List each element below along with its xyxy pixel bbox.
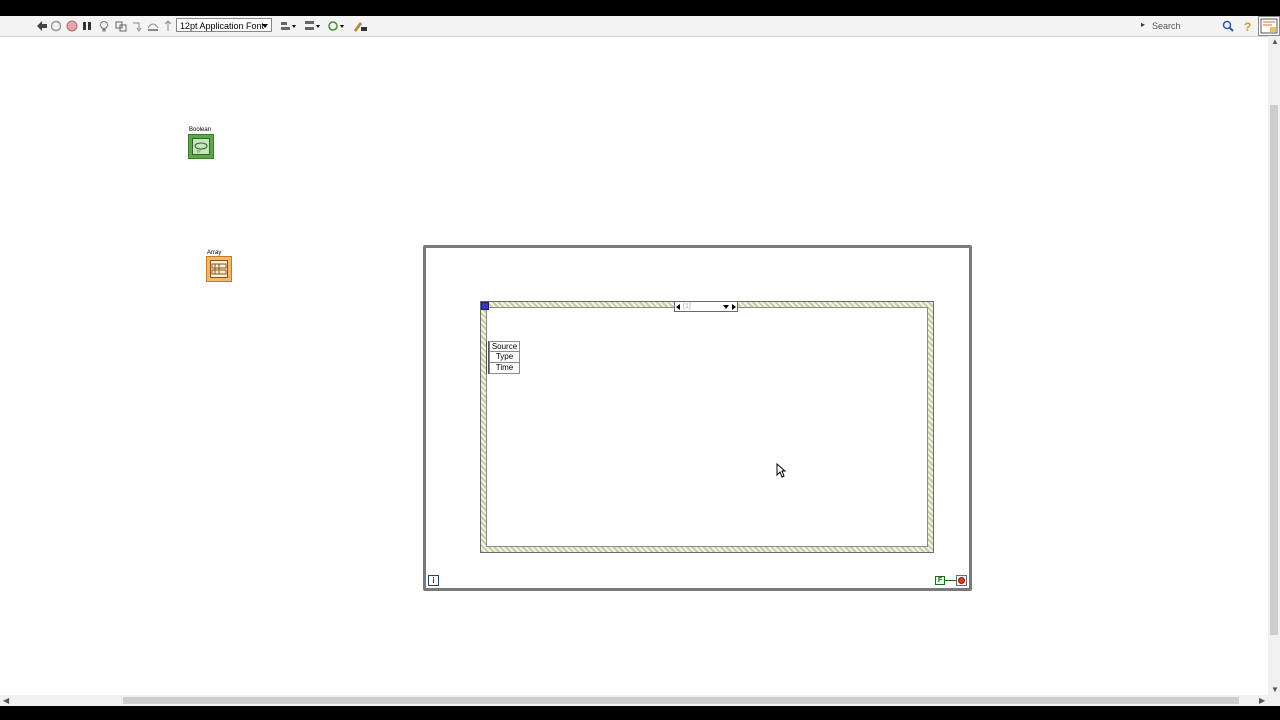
- event-case-selector[interactable]: [1]: [674, 301, 738, 312]
- scroll-left-icon[interactable]: ◀: [3, 697, 9, 705]
- chevron-down-icon[interactable]: [723, 305, 729, 309]
- distribute-objects-icon[interactable]: [303, 18, 321, 34]
- vi-icon[interactable]: [1258, 16, 1280, 36]
- array-icon: [210, 260, 228, 278]
- loop-condition-terminal[interactable]: [956, 575, 967, 586]
- decrement-case-icon[interactable]: [676, 304, 680, 310]
- event-data-type[interactable]: Type: [489, 352, 520, 363]
- timeout-terminal[interactable]: [481, 302, 489, 310]
- step-into-icon[interactable]: [130, 18, 146, 34]
- step-over-icon[interactable]: [145, 18, 161, 34]
- mouse-cursor-icon: [776, 462, 787, 483]
- step-out-icon[interactable]: [160, 18, 176, 34]
- highlight-execution-icon[interactable]: [96, 18, 112, 34]
- event-case-frame: [486, 307, 928, 547]
- block-diagram-toolbar: 12pt Application Font ▸ ?: [0, 16, 1280, 37]
- window-title-bar: [0, 0, 1280, 16]
- stop-if-true-icon: [958, 577, 965, 584]
- event-data-source[interactable]: Source: [489, 341, 520, 352]
- false-constant[interactable]: F: [935, 576, 945, 585]
- svg-text:TF: TF: [196, 149, 201, 154]
- font-select-value: 12pt Application Font: [180, 21, 265, 31]
- increment-case-icon[interactable]: [732, 304, 736, 310]
- svg-text:?: ?: [1244, 20, 1251, 33]
- boolean-terminal[interactable]: TF: [188, 134, 214, 159]
- event-data-time[interactable]: Time: [489, 363, 520, 374]
- boolean-switch-icon: TF: [192, 138, 210, 155]
- boolean-terminal-label: Boolean: [189, 127, 212, 133]
- loop-iteration-terminal[interactable]: i: [428, 575, 439, 586]
- event-case-label: [1]: [683, 303, 691, 310]
- retain-wire-values-icon[interactable]: [113, 18, 129, 34]
- clean-up-diagram-icon[interactable]: [351, 18, 369, 34]
- vertical-scrollbar-thumb[interactable]: [1270, 105, 1278, 635]
- taskbar-strip: [0, 706, 1280, 720]
- scroll-right-icon[interactable]: ▶: [1259, 697, 1265, 705]
- pause-icon[interactable]: [79, 18, 95, 34]
- event-structure[interactable]: [480, 301, 934, 553]
- run-continuously-icon[interactable]: [48, 18, 64, 34]
- array-terminal[interactable]: [206, 256, 232, 282]
- align-objects-icon[interactable]: [279, 18, 297, 34]
- chevron-right-icon[interactable]: ▸: [1141, 20, 1145, 29]
- event-data-node[interactable]: Source Type Time: [486, 341, 520, 374]
- chevron-down-icon: [262, 24, 268, 28]
- search-input[interactable]: [1149, 19, 1223, 33]
- abort-icon[interactable]: [64, 18, 80, 34]
- scroll-down-icon[interactable]: ▼: [1271, 686, 1279, 694]
- horizontal-scrollbar-thumb[interactable]: [123, 697, 1239, 704]
- help-icon[interactable]: ?: [1240, 18, 1256, 34]
- reorder-icon[interactable]: [327, 18, 345, 34]
- search-icon[interactable]: [1220, 18, 1236, 34]
- scroll-up-icon[interactable]: ▲: [1271, 38, 1279, 46]
- condition-wire: [945, 580, 956, 581]
- font-select[interactable]: 12pt Application Font: [176, 18, 272, 32]
